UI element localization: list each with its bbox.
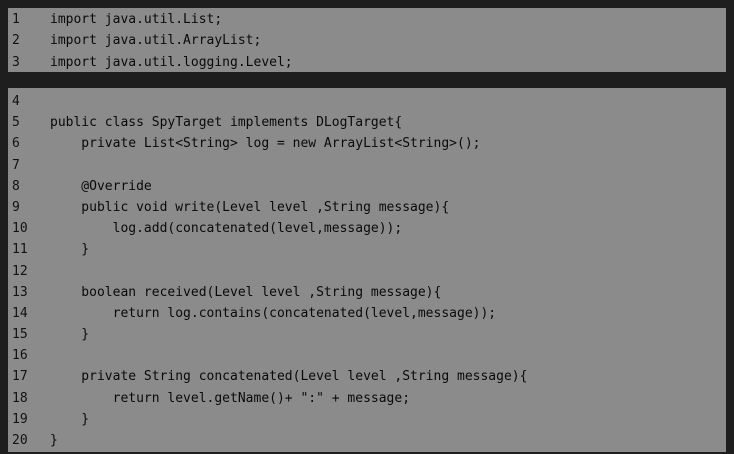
code-text: public void write(Level level ,String me… [50,199,450,215]
line-number: 14 [12,305,28,321]
code-text: log.add(concatenated(level,message)); [50,221,403,237]
code-line: 11 } [8,239,726,260]
line-number: 13 [12,284,28,300]
line-number: 3 [12,54,20,70]
code-text: } [50,242,90,258]
code-line: 4 [8,91,726,112]
code-text: } [50,327,90,343]
line-number: 10 [12,221,28,237]
code-text: private String concatenated(Level level … [50,369,528,385]
line-number: 12 [12,263,28,279]
line-number: 1 [12,12,20,27]
code-text: public class SpyTarget implements DLogTa… [50,115,403,131]
code-line: 9 public void write(Level level ,String … [8,197,726,218]
code-block-imports: 1 import java.util.List; 2 import java.util… [8,8,726,72]
line-number: 15 [12,327,28,343]
code-text: import java.util.logging.Level; [50,54,293,70]
code-text: boolean received(Level level ,String mes… [50,284,442,300]
line-number: 9 [12,199,20,215]
line-number: 2 [12,33,20,49]
code-line: 10 log.add(concatenated(level,message)); [8,218,726,239]
code-line: 2 import java.util.ArrayList; [8,30,726,51]
line-number: 19 [12,411,28,427]
code-text: } [50,433,58,448]
code-line: 16 [8,345,726,366]
line-number: 7 [12,157,20,173]
code-line: 7 [8,155,726,176]
code-block-class: 4 5 public class SpyTarget implements DLog… [8,88,726,452]
code-line: 17 private String concatenated(Level lev… [8,366,726,387]
line-number: 16 [12,348,28,364]
code-line: 6 private List<String> log = new ArrayLi… [8,133,726,154]
line-number: 17 [12,369,28,385]
code-line: 5 public class SpyTarget implements DLogT… [8,112,726,133]
code-line: 20} [8,430,726,451]
code-text: private List<String> log = new ArrayList… [50,136,481,152]
code-line: 12 [8,261,726,282]
code-text: @Override [50,178,152,194]
code-text: } [50,411,90,427]
code-line: 18 return level.getName()+ ":" + message… [8,388,726,409]
line-number: 6 [12,136,20,152]
line-number: 20 [12,433,28,448]
code-text: import java.util.List; [50,12,223,27]
code-line: 1 import java.util.List; [8,9,726,30]
code-line: 19 } [8,409,726,430]
line-number: 4 [12,94,20,109]
line-number: 11 [12,242,28,258]
code-line: 14 return log.contains(concatenated(leve… [8,303,726,324]
line-number: 8 [12,178,20,194]
code-line: 13 boolean received(Level level ,String … [8,282,726,303]
code-line: 3 import java.util.logging.Level; [8,52,726,73]
code-text: return level.getName()+ ":" + message; [50,390,411,406]
code-line: 15 } [8,324,726,345]
code-line: 8 @Override [8,176,726,197]
line-number: 18 [12,390,28,406]
code-text: import java.util.ArrayList; [50,33,262,49]
line-number: 5 [12,115,20,131]
code-text: return log.contains(concatenated(level,m… [50,305,497,321]
